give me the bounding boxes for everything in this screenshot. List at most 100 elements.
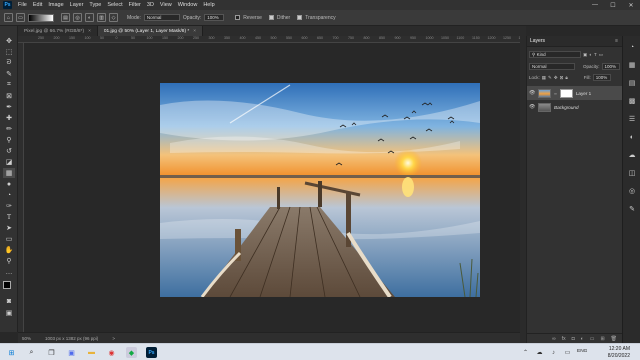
zoom-level[interactable]: 50% — [22, 336, 31, 341]
maximize-button[interactable]: ☐ — [604, 0, 622, 10]
lock-pixels-icon[interactable]: ▦ — [542, 75, 546, 81]
filter-adjustment-icon[interactable]: ◐ — [589, 52, 592, 57]
patterns-panel-icon[interactable]: ▩ — [627, 96, 637, 106]
layers-panel-icon[interactable]: ◫ — [627, 168, 637, 178]
adjustment-layer-icon[interactable]: ◐ — [581, 336, 584, 342]
photoshop-taskbar-icon[interactable]: Ps — [146, 347, 157, 358]
clock[interactable]: 12:20 AM 8/20/2022 — [608, 346, 630, 359]
layer-thumbnail[interactable] — [538, 88, 551, 98]
properties-panel-icon[interactable]: ☰ — [627, 114, 637, 124]
dodge-tool-icon[interactable]: ◔ — [3, 190, 15, 200]
status-arrow[interactable]: > — [112, 336, 115, 341]
reflected-gradient-icon[interactable]: ▥ — [97, 13, 106, 22]
reverse-checkbox[interactable] — [235, 15, 241, 20]
gradients-panel-icon[interactable]: ▤ — [627, 78, 637, 88]
menu-help[interactable]: Help — [200, 2, 217, 8]
marquee-tool-icon[interactable]: ⬚ — [3, 47, 15, 57]
layer-name[interactable]: Layer 1 — [576, 91, 591, 96]
lock-position-icon[interactable]: ✥ — [554, 75, 558, 81]
new-layer-icon[interactable]: ⊞ — [600, 336, 604, 342]
layer-name[interactable]: Background — [554, 105, 579, 110]
blend-mode-select[interactable]: Normal — [529, 63, 575, 70]
fx-icon[interactable]: fx — [562, 336, 566, 342]
file-explorer-icon[interactable]: ▬ — [86, 347, 97, 358]
more-tools-icon[interactable]: … — [3, 267, 15, 277]
tray-overflow-icon[interactable]: ⌃ — [520, 347, 531, 358]
search-icon[interactable]: ⌕ — [26, 347, 37, 358]
menu-view[interactable]: View — [157, 2, 175, 8]
healing-brush-tool-icon[interactable]: ✚ — [3, 113, 15, 123]
chrome-icon[interactable]: ◉ — [106, 347, 117, 358]
dither-checkbox[interactable] — [268, 15, 274, 20]
tab-01-jpg[interactable]: 01.jpg @ 50% (Layer 1, Layer Mask/8) * × — [97, 26, 204, 36]
visibility-eye-icon[interactable]: 👁︎ — [529, 90, 535, 96]
rectangle-tool-icon[interactable]: ▭ — [3, 234, 15, 244]
adjustments-panel-icon[interactable]: ◐ — [627, 132, 637, 142]
frame-tool-icon[interactable]: ⊠ — [3, 91, 15, 101]
menu-select[interactable]: Select — [104, 2, 125, 8]
lock-artboard-icon[interactable]: ⊠ — [560, 75, 564, 81]
filter-type-icon[interactable]: T — [594, 52, 597, 57]
screen-mode-icon[interactable]: ▣ — [3, 308, 15, 318]
task-view-icon[interactable]: ❐ — [46, 347, 57, 358]
clone-stamp-tool-icon[interactable]: ⚲ — [3, 135, 15, 145]
foreground-color-swatch[interactable] — [3, 281, 11, 289]
pen-tool-icon[interactable]: ✑ — [3, 201, 15, 211]
close-tab-icon[interactable]: × — [193, 29, 196, 34]
lasso-tool-icon[interactable]: ᘐ — [3, 58, 15, 68]
color-panel-icon[interactable]: ◔ — [627, 42, 637, 52]
quick-mask-icon[interactable]: ◙ — [3, 296, 15, 306]
minimize-button[interactable]: — — [586, 0, 604, 10]
swatches-panel-icon[interactable]: ▦ — [627, 60, 637, 70]
delete-layer-icon[interactable]: 🗑︎ — [611, 336, 617, 342]
windows-start-icon[interactable]: ⊞ — [6, 347, 17, 358]
radial-gradient-icon[interactable]: ◎ — [73, 13, 82, 22]
app-icon[interactable]: ◆ — [126, 347, 137, 358]
opacity-input[interactable]: 100% — [204, 14, 225, 21]
lock-paint-icon[interactable]: ✎ — [548, 75, 552, 81]
fill-input[interactable]: 100% — [592, 74, 611, 81]
chain-link-icon[interactable]: ∞ — [554, 91, 557, 96]
lock-all-icon[interactable]: 🔒︎ — [565, 75, 567, 80]
type-tool-icon[interactable]: T — [3, 212, 15, 222]
tab-pixel-jpg[interactable]: Pixel.jpg @ 66.7% (RGB/8*) × — [18, 26, 98, 36]
layer-mask-thumbnail[interactable] — [559, 88, 573, 98]
layer-thumbnail[interactable] — [538, 102, 551, 112]
gradient-picker[interactable] — [28, 13, 54, 22]
panel-menu-icon[interactable]: ≡ — [615, 38, 618, 44]
transparency-checkbox[interactable] — [297, 15, 303, 20]
add-mask-icon[interactable]: ◘ — [572, 336, 575, 342]
eraser-tool-icon[interactable]: ◪ — [3, 157, 15, 167]
tool-preset-icon[interactable]: ▭ — [16, 13, 25, 22]
libraries-panel-icon[interactable]: ☁ — [627, 150, 637, 160]
document-image[interactable] — [160, 83, 480, 297]
network-icon[interactable]: ☁ — [534, 347, 545, 358]
battery-icon[interactable]: ▭ — [562, 347, 573, 358]
close-button[interactable]: ✕ — [622, 0, 640, 10]
history-brush-tool-icon[interactable]: ↺ — [3, 146, 15, 156]
layers-panel-title[interactable]: Layers — [530, 38, 545, 44]
move-tool-icon[interactable]: ✥ — [3, 36, 15, 46]
filter-pixel-icon[interactable]: ▣ — [583, 52, 587, 58]
diamond-gradient-icon[interactable]: ◇ — [109, 13, 118, 22]
menu-edit[interactable]: Edit — [30, 2, 45, 8]
gradient-tool-icon[interactable]: ▦ — [3, 168, 15, 178]
filter-kind-select[interactable]: ⚲ Kind — [529, 51, 581, 58]
blur-tool-icon[interactable]: ● — [3, 179, 15, 189]
layer-row-layer-1[interactable]: 👁︎ ∞ Layer 1 — [527, 86, 623, 100]
crop-tool-icon[interactable]: ⌗ — [3, 80, 15, 90]
menu-type[interactable]: Type — [86, 2, 104, 8]
menu-image[interactable]: Image — [45, 2, 66, 8]
menu-file[interactable]: File — [15, 2, 30, 8]
menu-filter[interactable]: Filter — [126, 2, 144, 8]
link-layers-icon[interactable]: ∞ — [552, 336, 556, 342]
teams-chat-icon[interactable]: ▣ — [66, 347, 77, 358]
layer-opacity-input[interactable]: 100% — [601, 63, 620, 70]
channels-panel-icon[interactable]: ◎ — [627, 186, 637, 196]
eyedropper-tool-icon[interactable]: ✒ — [3, 102, 15, 112]
home-icon[interactable]: ⌂ — [4, 13, 13, 22]
layer-row-background[interactable]: 👁︎ Background — [527, 100, 623, 114]
language-indicator[interactable]: ENG — [577, 349, 587, 354]
new-group-icon[interactable]: ▭ — [590, 336, 595, 342]
volume-icon[interactable]: ♪ — [548, 347, 559, 358]
